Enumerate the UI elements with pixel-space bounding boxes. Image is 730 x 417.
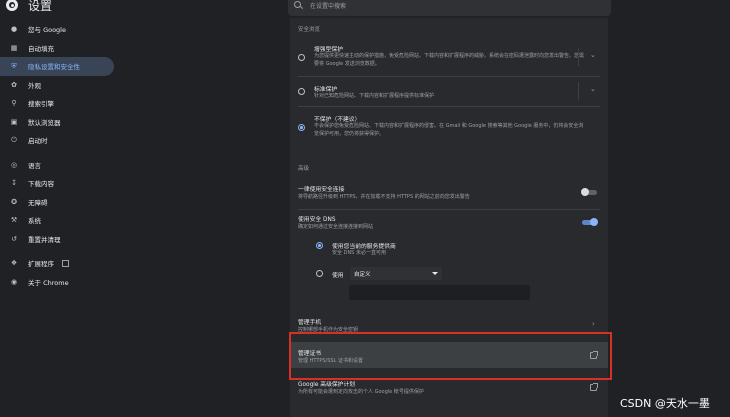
- sidebar-item-label: 下载内容: [28, 180, 54, 189]
- sidebar-item-label: 扩展程序: [28, 260, 54, 269]
- row-subtitle: 为所有可能会遭到定向攻击的个人 Google 帐号提供保护: [298, 389, 424, 395]
- search-icon: [294, 1, 301, 8]
- download-icon: ↧: [11, 179, 17, 188]
- page-title: 设置: [28, 0, 53, 13]
- dns-option-custom[interactable]: 使用 自定义: [290, 266, 608, 282]
- option-no-protection[interactable]: 不保护（不建议） 不会保护您免受危险网站、下载内容和扩展程序的侵害。在 Gmai…: [290, 112, 608, 146]
- radio-current-provider[interactable]: [316, 242, 323, 249]
- sidebar-item-label: 外观: [28, 81, 41, 90]
- accessibility-icon: ✪: [11, 197, 17, 206]
- divider: [298, 106, 600, 107]
- dropdown-value: 自定义: [354, 271, 371, 278]
- search-icon: ⚲: [11, 99, 17, 108]
- sidebar-item-label: 自动填充: [28, 44, 54, 53]
- https-toggle[interactable]: [581, 188, 597, 196]
- option-subtitle: 针对已知危险网站、下载内容和扩展程序提供标准保护: [314, 93, 435, 99]
- clipboard-icon: ▦: [10, 43, 18, 52]
- browser-icon: ▣: [10, 117, 18, 126]
- section-label-advanced: 高级: [298, 166, 310, 172]
- option-subtitle: 不会保护您免受危险网站、下载内容和扩展程序的侵害。在 Gmail 和 Googl…: [314, 123, 584, 137]
- power-icon: ⏻: [11, 135, 17, 144]
- caret-down-icon: [432, 272, 438, 275]
- chrome-icon: ◉: [10, 277, 18, 286]
- sidebar-item-label: 启动时: [28, 137, 48, 146]
- sidebar-item-languages[interactable]: ◎ 语言: [0, 156, 120, 175]
- annotation-highlight-box: [289, 332, 612, 380]
- sidebar-item-extensions[interactable]: ❖ 扩展程序: [0, 254, 120, 273]
- section-label-safe-browsing: 安全浏览: [298, 27, 321, 33]
- open-in-new-icon: [62, 259, 69, 267]
- option-enhanced-protection[interactable]: 增强型保护 为您提供更快速主动的保护措施，免受危险网站、下载内容和扩展程序的威胁…: [290, 40, 608, 74]
- sidebar-item-downloads[interactable]: ↧ 下载内容: [0, 174, 120, 193]
- radio-no-protection[interactable]: [298, 124, 305, 131]
- dns-option-current-provider[interactable]: 使用您当前的服务提供商 安全 DNS 未必一直可用: [290, 239, 608, 259]
- chrome-logo-icon: [6, 0, 18, 11]
- sidebar-item-appearance[interactable]: ✿ 外观: [0, 76, 120, 95]
- history-icon: ↺: [11, 234, 17, 243]
- sidebar-item-default-browser[interactable]: ▣ 默认浏览器: [0, 113, 120, 132]
- sidebar-item-about-chrome[interactable]: ◉ 关于 Chrome: [0, 273, 120, 292]
- shield-icon: ⛨: [11, 61, 17, 70]
- divider: [298, 76, 600, 77]
- sidebar-item-on-startup[interactable]: ⏻ 启动时: [0, 131, 120, 150]
- sidebar-item-label: 语言: [28, 161, 41, 170]
- radio-custom-dns[interactable]: [316, 270, 323, 277]
- sidebar-item-label: 关于 Chrome: [28, 278, 69, 287]
- globe-icon: ◎: [10, 160, 18, 169]
- chevron-right-icon: ›: [592, 320, 595, 328]
- sidebar-item-autofill[interactable]: ▦ 自动填充: [0, 39, 120, 58]
- divider: [298, 209, 600, 210]
- row-title: 管理手机: [298, 320, 322, 326]
- option-title: 使用: [332, 273, 344, 279]
- sidebar-item-label: 默认浏览器: [28, 118, 61, 127]
- sidebar-item-you-and-google[interactable]: ● 您与 Google: [0, 20, 120, 39]
- person-icon: ●: [10, 25, 18, 34]
- chevron-down-icon[interactable]: ⌄: [590, 51, 596, 59]
- sidebar: ● 您与 Google ▦ 自动填充 ⛨ 隐私设置和安全性 ✿ 外观 ⚲ 搜索引…: [0, 20, 120, 291]
- palette-icon: ✿: [11, 80, 17, 89]
- row-subtitle: 将导航路径升级到 HTTPS，并在加载不支持 HTTPS 的网站之前向您发出警告: [298, 194, 470, 200]
- sidebar-item-label: 无障碍: [28, 198, 48, 207]
- row-title: 一律使用安全连接: [298, 187, 345, 193]
- wrench-icon: ⚒: [10, 216, 18, 225]
- radio-enhanced[interactable]: [298, 54, 305, 61]
- sidebar-item-system[interactable]: ⚒ 系统: [0, 211, 120, 230]
- sidebar-item-privacy[interactable]: ⛨ 隐私设置和安全性: [0, 57, 114, 76]
- option-subtitle: 为您提供更快速主动的保护措施，免受危险网站、下载内容和扩展程序的威胁。系统会在密…: [314, 53, 585, 67]
- top-bar: 设置 在设置中搜索: [0, 0, 730, 16]
- sidebar-item-reset[interactable]: ↺ 重置并清理: [0, 230, 120, 249]
- sidebar-item-label: 您与 Google: [28, 26, 66, 35]
- search-placeholder: 在设置中搜索: [310, 3, 347, 10]
- option-subtitle: 安全 DNS 未必一直可用: [332, 250, 386, 256]
- separator: [578, 48, 579, 66]
- puzzle-icon: ❖: [10, 259, 18, 268]
- separator: [578, 82, 579, 100]
- sidebar-item-label: 重置并清理: [28, 235, 61, 244]
- search-input[interactable]: 在设置中搜索: [288, 0, 611, 16]
- sidebar-item-label: 搜索引擎: [28, 100, 54, 109]
- secure-dns-toggle[interactable]: [582, 218, 598, 226]
- radio-standard[interactable]: [298, 88, 305, 95]
- sidebar-item-label: 隐私设置和安全性: [28, 63, 80, 72]
- sidebar-item-search-engine[interactable]: ⚲ 搜索引擎: [0, 94, 120, 113]
- row-secure-dns[interactable]: 使用安全 DNS 确定如何通过安全连接连接到网站: [290, 212, 608, 234]
- custom-dns-input[interactable]: [349, 285, 530, 300]
- dns-provider-select[interactable]: 自定义: [350, 267, 442, 280]
- open-in-new-icon: [590, 383, 598, 391]
- chevron-down-icon[interactable]: ⌄: [590, 85, 596, 93]
- row-subtitle: 确定如何通过安全连接连接到网站: [298, 224, 374, 230]
- row-title: 使用安全 DNS: [298, 217, 336, 223]
- watermark: CSDN @天水一墨: [620, 397, 710, 410]
- option-standard-protection[interactable]: 标准保护 针对已知危险网站、下载内容和扩展程序提供标准保护 ⌄: [290, 78, 608, 104]
- row-title: Google 高级保护计划: [298, 382, 356, 388]
- sidebar-item-label: 系统: [28, 217, 41, 226]
- sidebar-item-accessibility[interactable]: ✪ 无障碍: [0, 193, 120, 212]
- row-https-first[interactable]: 一律使用安全连接 将导航路径升级到 HTTPS，并在加载不支持 HTTPS 的网…: [290, 182, 608, 208]
